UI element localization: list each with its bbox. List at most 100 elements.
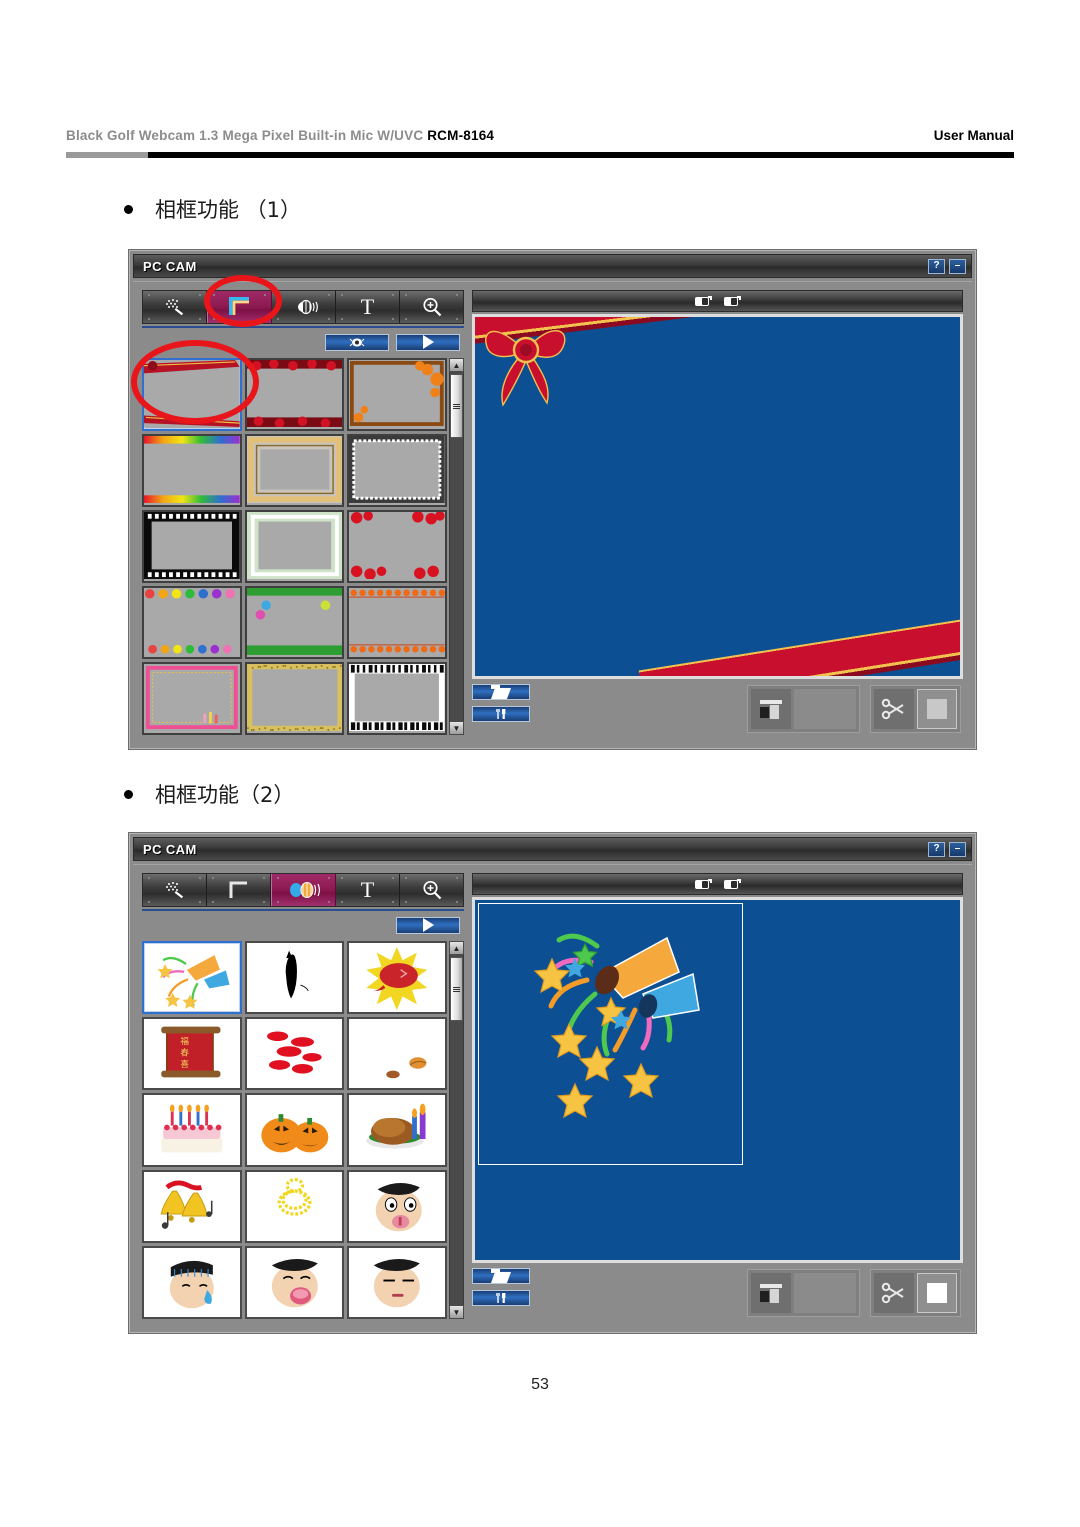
scroll-up-arrow[interactable]: ▲	[449, 941, 464, 955]
snapshot-icon-2[interactable]	[723, 295, 741, 307]
sticker-thumbnail[interactable]	[244, 1093, 345, 1167]
frame-thumbnail[interactable]	[142, 662, 242, 735]
frame-thumbnail[interactable]	[142, 434, 242, 507]
red-lips-kisses-icon	[247, 1019, 343, 1088]
tool-text-button[interactable]: T	[336, 874, 400, 906]
tool-effects-button[interactable]	[143, 874, 207, 906]
layout-controls	[747, 1269, 860, 1317]
window2-toolbar: T	[142, 873, 464, 907]
minimize-button[interactable]: –	[949, 841, 966, 857]
red-balloon-starburst-icon	[349, 943, 445, 1012]
text-t-icon: T	[360, 294, 375, 319]
face-sleepy-icon	[349, 1248, 445, 1317]
frame-thumbnail[interactable]	[244, 358, 345, 431]
window1-right-panel	[472, 290, 963, 737]
red-roses-frame-icon	[349, 512, 445, 581]
scroll-down-arrow[interactable]: ▼	[449, 721, 464, 735]
scroll-track[interactable]	[449, 955, 464, 1305]
tool-sticker-button[interactable]	[271, 874, 336, 906]
scroll-track[interactable]	[449, 372, 464, 721]
snapshot-icon-1[interactable]	[694, 878, 712, 890]
tool-sticker-button[interactable]	[272, 291, 336, 323]
header-rule	[66, 152, 1014, 158]
capture-controls	[870, 1269, 961, 1317]
frame-thumbnail[interactable]	[244, 510, 345, 583]
manual-label: User Manual	[933, 128, 1014, 143]
window2-left-panel: T 福春喜 ▲ ▼	[142, 873, 464, 1321]
snapshot-icon-2[interactable]	[723, 878, 741, 890]
preview-effect-button[interactable]	[325, 333, 389, 351]
sticker-thumbnail[interactable]	[347, 1169, 447, 1243]
help-button[interactable]: ?	[928, 258, 945, 274]
tool-effects-button[interactable]	[143, 291, 207, 323]
tool-zoom-button[interactable]	[400, 291, 463, 323]
sticker-thumbnail[interactable]	[142, 1169, 242, 1243]
snapshot-icon-1[interactable]	[694, 295, 712, 307]
sticker-thumbnail[interactable]	[244, 1017, 345, 1091]
sparkle-wand-icon	[165, 299, 183, 316]
tool-frame-button[interactable]	[207, 291, 272, 323]
frame-thumbnail[interactable]	[142, 510, 242, 583]
tool-zoom-button[interactable]	[400, 874, 463, 906]
open-folder-button[interactable]	[472, 1268, 530, 1284]
frame-thumbnail[interactable]	[142, 358, 242, 431]
chinese-scroll-icon: 福春喜	[144, 1019, 240, 1088]
scroll-down-arrow[interactable]: ▼	[449, 1305, 464, 1319]
frame-thumbnail[interactable]	[347, 510, 447, 583]
capture-controls	[870, 685, 961, 733]
black-filmstrip-frame-icon	[144, 512, 240, 581]
frame-thumbnail[interactable]	[244, 586, 345, 659]
tool-frame-button[interactable]	[207, 874, 271, 906]
balloons-frame-icon	[144, 588, 240, 657]
scroll-thumb[interactable]	[450, 957, 463, 1021]
settings-button[interactable]	[472, 706, 530, 722]
frame-thumbnail[interactable]	[142, 586, 242, 659]
svg-text:喜: 喜	[180, 1058, 189, 1069]
video-preview-2[interactable]	[472, 897, 963, 1263]
frame-thumbnail[interactable]	[347, 586, 447, 659]
sticker-thumbnail[interactable]	[142, 1245, 242, 1319]
minimize-button[interactable]: –	[949, 258, 966, 274]
settings-button[interactable]	[472, 1290, 530, 1306]
split-view-button[interactable]	[751, 689, 791, 729]
play-button[interactable]	[396, 916, 460, 934]
tool-text-button[interactable]: T	[336, 291, 400, 323]
sticker-thumbnail[interactable]	[244, 1245, 345, 1319]
scroll-thumb[interactable]	[450, 374, 463, 438]
open-folder-button[interactable]	[472, 684, 530, 700]
window2-controls: ? –	[928, 841, 966, 857]
frame-thumbnail[interactable]	[347, 358, 447, 431]
sticker-thumbnail[interactable]	[347, 1245, 447, 1319]
sticker-thumbnail[interactable]	[142, 941, 242, 1015]
frame-thumbnail[interactable]	[347, 662, 447, 735]
sticker-thumbnail[interactable]: 福春喜	[142, 1017, 242, 1091]
split-view-icon	[760, 700, 782, 719]
frame-thumbnail[interactable]	[244, 662, 345, 735]
sticker-thumbnail[interactable]	[244, 1169, 345, 1243]
folder-icon	[491, 685, 511, 699]
help-button[interactable]: ?	[928, 841, 945, 857]
frame-thumbnail[interactable]	[244, 434, 345, 507]
sticker-thumbnail[interactable]	[142, 1093, 242, 1167]
play-button[interactable]	[396, 333, 460, 351]
grid-layout-button[interactable]	[794, 689, 856, 729]
sticker-thumbnail[interactable]	[347, 1093, 447, 1167]
grid-layout-button[interactable]	[794, 1273, 856, 1313]
autumn-leaves-frame-icon	[349, 360, 445, 429]
sticker-thumbnail[interactable]	[347, 1017, 447, 1091]
sticker-scrollbar[interactable]: ▲ ▼	[449, 941, 464, 1319]
frame-thumbnail[interactable]	[347, 434, 447, 507]
split-view-button[interactable]	[751, 1273, 791, 1313]
sticker-thumbnail[interactable]	[244, 941, 345, 1015]
stop-button[interactable]	[917, 1273, 957, 1313]
frame-scrollbar[interactable]: ▲ ▼	[449, 358, 464, 735]
scroll-up-arrow[interactable]: ▲	[449, 358, 464, 372]
window2-subbar	[142, 909, 464, 939]
video-preview-1[interactable]	[472, 314, 963, 679]
stop-button[interactable]	[917, 689, 957, 729]
sticker-thumbnail[interactable]	[347, 941, 447, 1015]
scissors-button[interactable]	[874, 689, 914, 729]
svg-text:福: 福	[180, 1036, 189, 1046]
scissors-button[interactable]	[874, 1273, 914, 1313]
sticker-thumbnail-grid: 福春喜	[142, 939, 449, 1321]
